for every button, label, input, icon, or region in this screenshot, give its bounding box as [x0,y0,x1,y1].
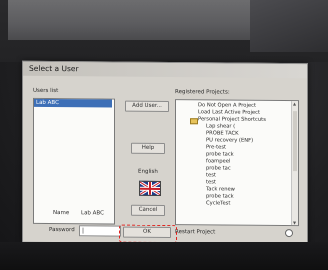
restart-label: Restart Project [175,229,216,236]
project-item[interactable]: foampeel [206,158,230,164]
dialog-titlebar: Select a User [23,61,307,79]
monitor-bezel [0,0,328,62]
project-item[interactable]: CycleTest [206,200,230,206]
add-user-button[interactable]: Add User... [125,100,169,113]
users-list-label: Users list [33,87,59,95]
uk-flag-icon[interactable] [139,180,161,196]
projects-scrollbar[interactable]: ▲ ▼ [291,101,298,226]
user-item-selected[interactable]: Lab ABC [34,98,112,108]
help-button[interactable]: Help [131,142,165,154]
project-item[interactable]: probe tack [206,151,234,157]
ok-highlight-annotation [119,224,177,244]
users-list[interactable]: Lab ABC [33,97,115,225]
project-item[interactable]: Lap shear ( [206,123,235,129]
restart-toggle[interactable] [285,229,293,238]
language-label: English [138,168,158,175]
projects-label: Registered Projects: [175,89,230,96]
project-item[interactable]: Load Last Active Project [198,109,260,116]
cancel-button[interactable]: Cancel [131,204,165,216]
scrollbar-thumb[interactable] [293,111,297,172]
project-item[interactable]: test [206,172,216,178]
project-item[interactable]: PROBE TACK [206,130,239,136]
project-item[interactable]: probe tack [206,193,234,199]
project-item[interactable]: test [206,179,216,185]
project-item[interactable]: probe tac [206,165,231,171]
name-label: Name [53,210,70,217]
password-input[interactable]: | [79,225,121,237]
scroll-down-icon[interactable]: ▼ [293,220,296,225]
select-user-dialog: Select a User Users list Registered Proj… [22,60,308,246]
dialog-title: Select a User [29,63,79,74]
project-folder[interactable]: Personal Project Shortcuts [198,116,266,123]
project-item[interactable]: Do Not Open A Project [198,102,256,109]
project-item[interactable]: Pre-test [206,144,226,150]
project-item[interactable]: Tack renew [206,186,235,192]
password-label: Password [49,226,75,234]
project-item[interactable]: PU recovery (ENF) [206,137,253,143]
scroll-up-icon[interactable]: ▲ [293,101,296,106]
name-value: Lab ABC [81,210,104,217]
folder-icon [190,118,198,125]
bezel-corner [250,0,328,52]
desk-foreground [0,242,328,270]
projects-tree[interactable]: Do Not Open A Project Load Last Active P… [175,99,299,227]
password-caret: | [82,227,85,235]
